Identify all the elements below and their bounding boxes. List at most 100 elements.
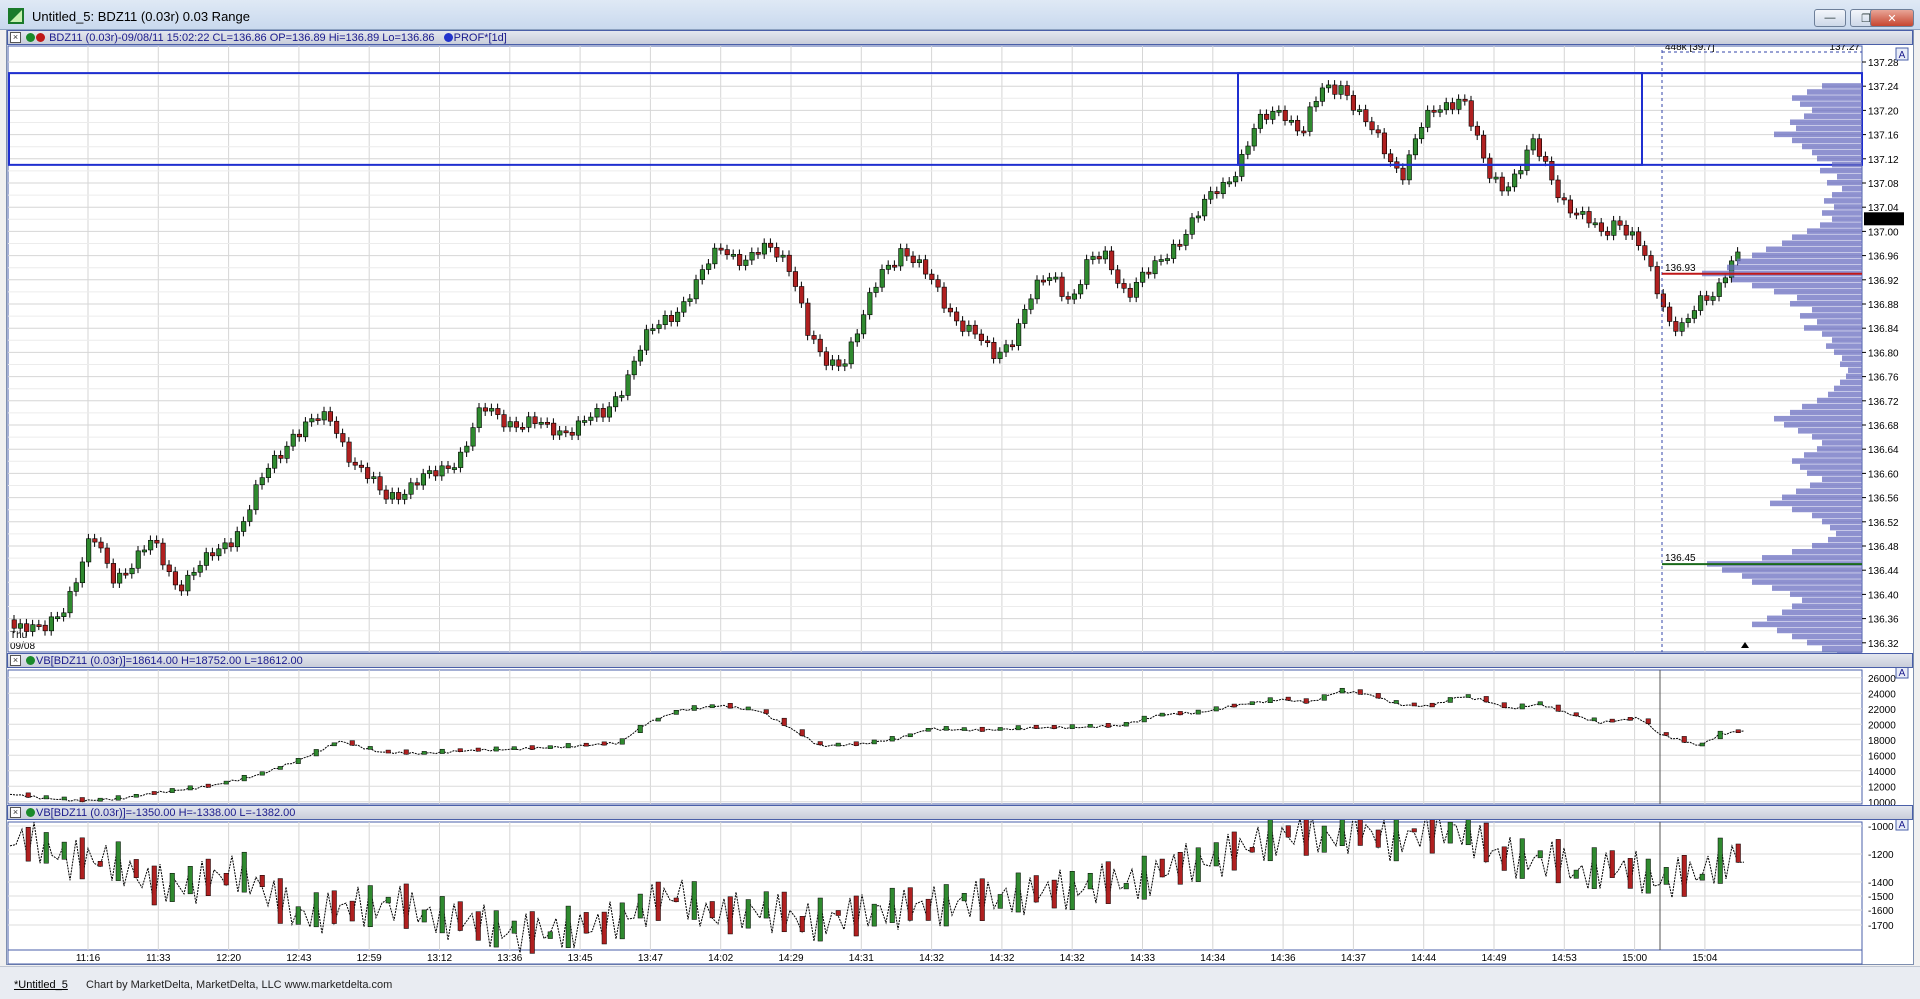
vb2-bar-down bbox=[529, 911, 535, 954]
vb1-pane-close-icon[interactable]: × bbox=[10, 655, 21, 666]
vb2-bar-up bbox=[997, 894, 1003, 909]
candle-up bbox=[885, 264, 892, 270]
vb1-tick-label-8: 12000 bbox=[1868, 782, 1896, 793]
status-bar: *Untitled_5 Chart by MarketDelta, Market… bbox=[0, 966, 1920, 999]
auto-scale-button-1[interactable]: A bbox=[1895, 47, 1909, 61]
vb1-bar-up bbox=[1195, 709, 1201, 715]
vb1-bar-up bbox=[907, 733, 913, 738]
candle-down bbox=[1127, 287, 1133, 298]
vb1-bar-down bbox=[1285, 696, 1291, 701]
vb2-bar-up bbox=[421, 909, 427, 923]
profile-bar bbox=[1827, 179, 1862, 186]
poc-label: 136.93 bbox=[1665, 263, 1696, 274]
candle-down bbox=[569, 431, 575, 436]
candle-up bbox=[1357, 109, 1363, 112]
candle-up bbox=[997, 351, 1003, 359]
vb2-bar-up bbox=[943, 884, 949, 927]
vb2-bar-up bbox=[1087, 872, 1093, 890]
profile-bar bbox=[1800, 313, 1862, 319]
vb1-bar-up bbox=[1519, 703, 1525, 710]
profile-bar bbox=[1790, 300, 1862, 307]
candle-up bbox=[1443, 102, 1449, 111]
vb1-bar-up bbox=[1249, 701, 1255, 705]
price-pane-close-icon[interactable]: × bbox=[10, 32, 21, 43]
vb1-bar-up bbox=[367, 746, 373, 750]
price-tick-label-23: 136.40 bbox=[1868, 590, 1899, 601]
candle-down bbox=[172, 571, 178, 586]
vb2-bar-down bbox=[925, 898, 931, 921]
vb1-bar-down bbox=[1573, 712, 1579, 717]
candle-up bbox=[79, 561, 85, 584]
vb2-bar-down bbox=[1483, 822, 1489, 863]
workspace-tab[interactable]: *Untitled_5 bbox=[14, 979, 68, 991]
profile-bar bbox=[1752, 252, 1862, 259]
candle-up bbox=[191, 571, 197, 576]
vb2-bar-up bbox=[61, 841, 67, 860]
vb2-bar-down bbox=[1177, 852, 1183, 885]
vb2-bar-up bbox=[493, 910, 499, 948]
vb2-bar-down bbox=[457, 901, 463, 931]
candle-up bbox=[272, 455, 278, 469]
candle-down bbox=[1388, 153, 1394, 163]
vb2-bar-up bbox=[619, 902, 625, 940]
profile-bar bbox=[1802, 143, 1862, 150]
candle-up bbox=[86, 538, 92, 563]
vb2-pane-close-icon[interactable]: × bbox=[10, 807, 21, 818]
candle-down bbox=[1660, 293, 1666, 308]
candle-down bbox=[1214, 191, 1220, 195]
candle-up bbox=[575, 420, 582, 436]
candle-up bbox=[1710, 296, 1716, 301]
candle-down bbox=[954, 311, 960, 322]
candle-down bbox=[358, 464, 365, 468]
vb1-bar-up bbox=[961, 727, 967, 731]
candle-up bbox=[135, 550, 141, 569]
vb2-bar-down bbox=[1411, 828, 1417, 833]
vb1-bar-up bbox=[223, 780, 229, 785]
profile-bar bbox=[1812, 107, 1862, 113]
profile-bar bbox=[1722, 567, 1862, 573]
candle-down bbox=[1636, 231, 1642, 246]
profile-bar bbox=[1798, 428, 1862, 434]
chart-canvas[interactable]: 11:16 11:33 12:20 12:43 12:59 13:12 13:36 13:45… bbox=[0, 0, 1920, 999]
candle-down bbox=[1121, 283, 1127, 289]
candle-up bbox=[966, 324, 972, 332]
vb2-bar-up bbox=[1069, 871, 1075, 910]
candle-down bbox=[668, 315, 675, 322]
candle-up bbox=[1171, 244, 1177, 259]
profile-bar bbox=[1804, 113, 1862, 119]
candle-down bbox=[600, 408, 606, 418]
candle-down bbox=[1648, 255, 1654, 267]
vb2-bar-down bbox=[205, 858, 211, 896]
candle-down bbox=[724, 249, 730, 256]
price-tick-label-20: 136.52 bbox=[1868, 518, 1899, 529]
vb2-bar-down bbox=[349, 900, 355, 922]
profile-bar bbox=[1824, 198, 1862, 204]
price-tick-label-16: 136.68 bbox=[1868, 421, 1899, 432]
down-dot-icon bbox=[36, 33, 45, 42]
vb1-bar-up bbox=[1267, 697, 1273, 703]
candle-down bbox=[179, 584, 185, 592]
candle-up bbox=[1505, 186, 1511, 192]
candle-up bbox=[253, 484, 259, 511]
candle-down bbox=[278, 455, 284, 459]
profile-bar bbox=[1782, 609, 1862, 616]
candle-up bbox=[1102, 250, 1108, 260]
candle-down bbox=[811, 335, 817, 340]
vb2-bar-up bbox=[763, 891, 769, 919]
candle-up bbox=[681, 301, 687, 313]
vb1-bar-down bbox=[1357, 689, 1363, 695]
candle-up bbox=[637, 349, 644, 362]
candle-down bbox=[1146, 271, 1152, 275]
vb1-bar-down bbox=[853, 741, 859, 746]
profile-bar bbox=[1846, 373, 1862, 380]
vb1-tick-label-6: 16000 bbox=[1868, 751, 1896, 762]
vb1-bar-up bbox=[1447, 697, 1453, 703]
vb1-bar-up bbox=[655, 717, 661, 722]
vb1-bar-up bbox=[1321, 694, 1327, 701]
vb2-bar-down bbox=[1627, 858, 1633, 889]
price-tick-label-2: 137.24 bbox=[1868, 82, 1899, 93]
candle-down bbox=[11, 619, 17, 629]
price-tick-label-11: 136.88 bbox=[1868, 300, 1899, 311]
vb1-bar-down bbox=[1627, 717, 1633, 721]
time-label-8: 13:45 bbox=[568, 953, 593, 964]
